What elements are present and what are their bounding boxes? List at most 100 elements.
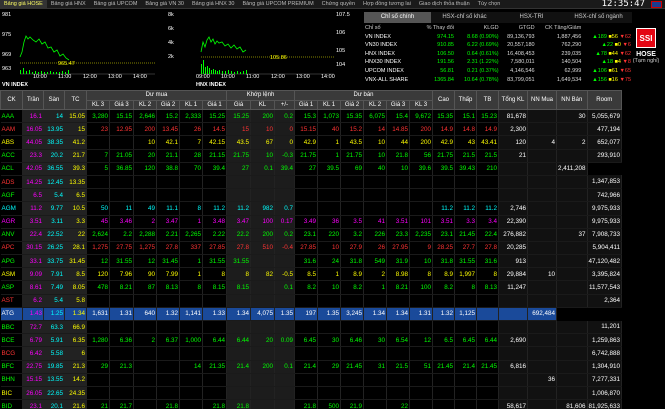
cell: -0.4 bbox=[274, 241, 295, 256]
cell bbox=[109, 386, 134, 401]
cell: 20 bbox=[250, 333, 275, 348]
nav-tab[interactable]: Chứng quyền bbox=[318, 0, 359, 8]
index-change: 8.68 (0.90%) bbox=[467, 33, 499, 40]
index-row[interactable]: VN30 INDEX 910.85 6.22 (0.69%) 20,557,180 76… bbox=[364, 41, 632, 50]
cell: 6.42 bbox=[22, 346, 44, 361]
cell bbox=[432, 294, 455, 308]
cell: 15.2 bbox=[340, 122, 364, 137]
language-flag-icon[interactable] bbox=[651, 1, 662, 8]
exchange-label: HOSE bbox=[636, 51, 656, 58]
index-tab[interactable]: HSX-chỉ số khác bbox=[431, 12, 498, 23]
table-row[interactable]: APC 30.15 26.25 28.1 1,275 27.75 1,275 27.8 337 2… bbox=[0, 241, 623, 256]
table-row[interactable]: ATG 1.43 1.25 1.34 1,631 1.31 640 1.32 1,141 1.33… bbox=[0, 307, 622, 322]
cell: 31.55 bbox=[226, 254, 251, 269]
index-name: VN INDEX bbox=[365, 33, 391, 40]
cell bbox=[109, 346, 134, 361]
col-header: KL 1 bbox=[179, 99, 203, 110]
cell: 210 bbox=[476, 162, 499, 176]
cell bbox=[226, 188, 251, 203]
nav-tab[interactable]: Bảng giá UPCOM PREMIUM bbox=[238, 0, 317, 8]
index-row[interactable]: UPCOM INDEX 56.81 0.21 (0.37%) 4,146,546 62,… bbox=[364, 67, 632, 76]
cell bbox=[527, 386, 557, 401]
cell bbox=[179, 294, 203, 308]
cell bbox=[556, 373, 588, 387]
cell: 41.2 bbox=[64, 135, 87, 150]
nav-tab[interactable]: Bảng giá UPCOM bbox=[90, 0, 142, 8]
cell: 31.45 bbox=[64, 254, 87, 269]
index-row[interactable]: HNX INDEX 106.50 0.64 (0.61%) 16,408,453 239… bbox=[364, 50, 632, 59]
table-row[interactable]: BFC 22.75 19.85 21.3 29 21.3 14 21.35 21.4 200 0.1… bbox=[0, 360, 623, 374]
cell: 20.1 bbox=[43, 399, 65, 409]
index-row[interactable]: HNX30 INDEX 191.56 2.31 (1.22%) 7,580,011 14… bbox=[364, 58, 632, 67]
index-name: VN30 INDEX bbox=[365, 42, 398, 49]
table-row[interactable]: AAA 16.1 14 15.05 3,280 15.15 2,646 15.2 2,333 15… bbox=[0, 109, 623, 124]
cell: 8 bbox=[476, 267, 499, 282]
cell: 14.2 bbox=[64, 373, 87, 387]
cell: ASM bbox=[0, 267, 23, 282]
cell: 21.8 bbox=[156, 399, 180, 409]
cell: 31 bbox=[363, 360, 387, 374]
cell: 6.44 bbox=[476, 333, 499, 348]
table-row[interactable]: ADS 14.25 12.45 13.35 1,347,853 bbox=[0, 175, 623, 190]
nav-tab[interactable]: Bảng giá HNX bbox=[47, 0, 90, 8]
table-row[interactable]: BBC 72.7 63.3 66.9 11,201 bbox=[0, 320, 623, 335]
cell: 31.55 bbox=[454, 254, 477, 269]
table-row[interactable]: AAM 16.05 13.95 15 23 12.95 200 13.45 26 14.5 15 10… bbox=[0, 122, 623, 137]
table-row[interactable]: AGM 11.2 9.77 10.5 50 11 49 11.1 8 11.2 11.2 982 0.7… bbox=[0, 201, 623, 216]
cell bbox=[432, 386, 455, 401]
cell: 11.2 bbox=[202, 201, 227, 216]
table-row[interactable]: ABS 44.05 38.35 41.2 10 42.1 7 42.15 43.5 67 0 42.9… bbox=[0, 135, 623, 150]
table-row[interactable]: BIC 26.05 22.65 24.35 1,006,870 bbox=[0, 386, 623, 401]
nav-tab[interactable]: Tùy chọn bbox=[474, 0, 505, 8]
index-tab[interactable]: HSX-TRI bbox=[498, 12, 565, 23]
table-row[interactable]: ACL 42.05 36.55 39.3 5 36.85 120 38.8 70 39.4 27 0.… bbox=[0, 162, 622, 176]
table-row[interactable]: AGF 6.5 5.4 6.5 742,966 bbox=[0, 188, 623, 203]
table-row[interactable]: AST 6.2 5.4 5.8 2,364 bbox=[0, 294, 623, 308]
index-tab[interactable]: Chỉ số chính bbox=[364, 12, 431, 23]
nav-tab[interactable]: Bảng giá HOSE bbox=[0, 0, 47, 8]
nav-tab[interactable]: Bảng giá HNX 30 bbox=[188, 0, 239, 8]
nav-tab[interactable]: Hợp đồng tương lai bbox=[359, 0, 415, 8]
table-row[interactable]: ANV 22.4 22.52 22 2,624 2.2 2,288 2.21 2,265 2.22… bbox=[0, 228, 623, 242]
cell: 21.45 bbox=[432, 360, 455, 374]
table-row[interactable]: APG 33.1 33.75 31.45 12 31.55 12 31.45 1 31.55 31.… bbox=[0, 254, 623, 269]
ssi-panel: SSI HOSE (Tạm nghỉ) bbox=[628, 28, 664, 88]
cell: 6,816 bbox=[498, 360, 528, 374]
cell: 8.9 bbox=[432, 267, 455, 282]
cell: 478 bbox=[86, 280, 110, 295]
table-row[interactable]: BCG 6.42 5.58 6 6,742,888 bbox=[0, 346, 623, 361]
table-row[interactable]: BCE 6.79 5.91 6.35 1,280 6.36 2 6.37 1,000 6.44 6.… bbox=[0, 333, 623, 348]
index-row[interactable]: VN INDEX 974.15 8.68 (0.90%) 89,136,793 1,88… bbox=[364, 33, 632, 42]
cell bbox=[556, 215, 588, 229]
table-row[interactable]: AGR 3.51 3.11 3.3 45 3.46 2 3.47 1 3.48 3.47 100 0.1… bbox=[0, 215, 623, 229]
col-header: Giá 2 bbox=[340, 99, 364, 110]
cell: 14.8 bbox=[454, 122, 477, 137]
index-row[interactable]: VNX-ALL SHARE 1365.84 10.64 (0.78%) 83,799,… bbox=[364, 76, 632, 85]
nav-tab[interactable]: Bảng giá VN 30 bbox=[141, 0, 188, 8]
cell: 39.43 bbox=[454, 162, 477, 176]
cell: 22.65 bbox=[43, 386, 65, 401]
cell: 23.1 bbox=[22, 399, 44, 409]
cell: 8.13 bbox=[156, 280, 180, 295]
index-breadth: ▲106 ■61 ▼65 bbox=[592, 67, 631, 74]
cell: 15.3 bbox=[294, 109, 318, 124]
table-row[interactable]: ASM 9.09 7.91 8.5 120 7.96 90 7.99 1 8 8 82 -0.5 8.5 1… bbox=[0, 267, 623, 282]
cell: 6.5 bbox=[432, 333, 455, 348]
index-header: % Thay đổi bbox=[426, 25, 454, 31]
table-row[interactable]: BID 23.1 20.1 21.6 21 21.7 21.8 21.8 21.8 21.8 500… bbox=[0, 399, 623, 409]
cell bbox=[476, 346, 499, 361]
index-change: 10.64 (0.78%) bbox=[464, 76, 499, 83]
cell bbox=[250, 175, 275, 190]
cell: ACC bbox=[0, 149, 23, 163]
cell bbox=[432, 175, 455, 190]
col-header: Trần bbox=[22, 90, 44, 110]
table-row[interactable]: ACC 23.3 20.2 21.7 7 21.05 20 21.1 28 21.15 21.75 1… bbox=[0, 149, 623, 163]
table-row[interactable]: ASP 8.61 7.49 8.05 478 8.21 87 8.13 8 8.15 8.15 0.1… bbox=[0, 280, 623, 295]
cell: 120 bbox=[498, 135, 528, 150]
table-row[interactable]: BHN 15.15 13.55 14.2 36 7,277,331 bbox=[0, 373, 623, 387]
cell bbox=[179, 188, 203, 203]
cell: 1.43 bbox=[22, 307, 44, 322]
index-tab[interactable]: HSX-chỉ số ngành bbox=[565, 12, 632, 23]
cell: 640 bbox=[133, 307, 157, 322]
nav-tab[interactable]: Giao dịch thỏa thuận bbox=[415, 0, 474, 8]
